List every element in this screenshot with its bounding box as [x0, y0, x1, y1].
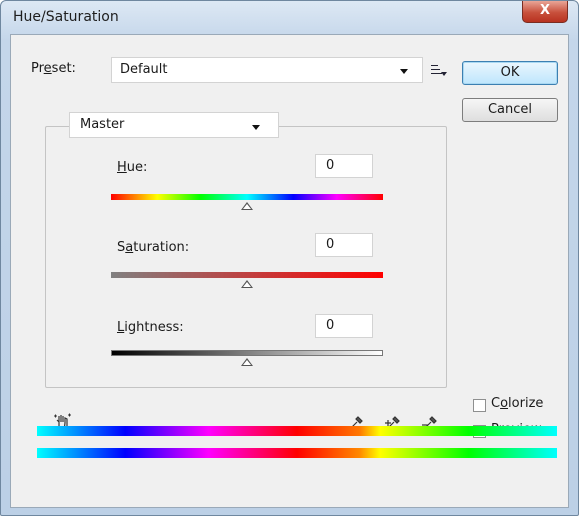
title-bar[interactable]: Hue/Saturation X [1, 1, 578, 35]
chevron-down-icon [252, 125, 260, 130]
saturation-slider-thumb[interactable] [241, 280, 253, 288]
hue-slider-track[interactable] [111, 194, 383, 200]
lightness-slider-thumb[interactable] [241, 358, 253, 366]
colorize-label[interactable]: Colorize [491, 396, 543, 411]
saturation-label: Saturation: [117, 240, 190, 255]
hue-value-field[interactable]: 0 [315, 154, 373, 178]
dialog-body: Preset: Default OK Cancel Master Hue: 0 … [10, 34, 569, 508]
lightness-value-field[interactable]: 0 [315, 314, 373, 338]
ok-button[interactable]: OK [462, 61, 558, 85]
lightness-label: Lightness: [117, 320, 184, 335]
hue-label: Hue: [117, 160, 148, 175]
hue-slider-thumb[interactable] [241, 202, 253, 210]
output-spectrum-bar [37, 448, 557, 458]
cancel-button[interactable]: Cancel [462, 98, 558, 122]
adjustment-group [45, 126, 447, 388]
lightness-slider-track[interactable] [111, 350, 383, 356]
saturation-value-field[interactable]: 0 [315, 233, 373, 257]
hue-saturation-dialog: Hue/Saturation X Preset: Default OK Canc… [0, 0, 579, 516]
input-spectrum-bar [37, 426, 557, 436]
preset-options-menu-icon[interactable] [431, 65, 447, 77]
window-title: Hue/Saturation [13, 9, 119, 25]
preset-value: Default [120, 62, 168, 77]
preset-label: Preset: [31, 61, 76, 76]
saturation-slider-track[interactable] [111, 272, 383, 278]
channel-value: Master [80, 117, 125, 132]
colorize-checkbox[interactable] [473, 399, 486, 412]
close-button[interactable]: X [522, 1, 568, 23]
channel-dropdown[interactable]: Master [69, 112, 279, 138]
preset-dropdown[interactable]: Default [111, 57, 423, 83]
chevron-down-icon [400, 69, 408, 74]
